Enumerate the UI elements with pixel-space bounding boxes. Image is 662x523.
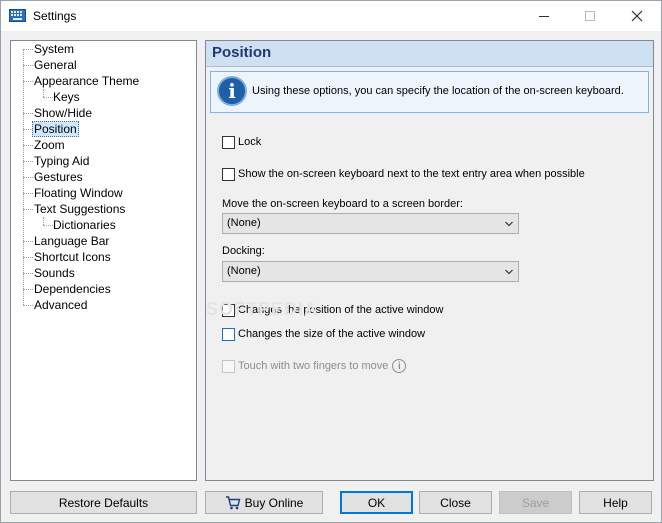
tree-item-zoom[interactable]: Zoom <box>32 137 67 153</box>
save-button: Save <box>499 491 572 514</box>
changes-size-checkbox[interactable] <box>222 327 235 341</box>
help-label: Help <box>603 495 628 510</box>
show-next-label[interactable]: Show the on-screen keyboard next to the … <box>238 168 585 180</box>
title-bar[interactable]: Settings <box>1 1 661 31</box>
lock-checkbox-row[interactable]: Lock <box>222 134 261 150</box>
watermark: SOFTPEDIA <box>206 299 319 319</box>
tree-item-appearance-theme[interactable]: Appearance Theme <box>32 73 141 89</box>
lock-label[interactable]: Lock <box>238 136 261 148</box>
tree-item-gestures[interactable]: Gestures <box>32 169 85 185</box>
keyboard-icon <box>9 9 26 22</box>
tree-item-typing-aid[interactable]: Typing Aid <box>32 153 91 169</box>
ok-button[interactable]: OK <box>340 491 413 514</box>
close-window-button[interactable] <box>614 1 660 31</box>
settings-tree[interactable]: System General Appearance Theme Keys Sho… <box>10 40 197 481</box>
docking-value: (None) <box>227 265 261 277</box>
touch-two-fingers-checkbox <box>222 359 235 373</box>
touch-two-fingers-checkbox-row: Touch with two fingers to move i <box>222 358 407 374</box>
screen-border-select[interactable]: (None) <box>222 213 519 234</box>
panel-header: Position <box>206 41 653 67</box>
settings-window: Settings System General Appearance Theme… <box>0 0 662 523</box>
tree-item-dependencies[interactable]: Dependencies <box>32 281 113 297</box>
maximize-icon <box>585 11 595 21</box>
docking-select[interactable]: (None) <box>222 261 519 282</box>
restore-defaults-button[interactable]: Restore Defaults <box>10 491 197 514</box>
tree-item-sounds[interactable]: Sounds <box>32 265 77 281</box>
save-label: Save <box>521 495 550 510</box>
minimize-button[interactable] <box>521 1 567 31</box>
tree-item-keys[interactable]: Keys <box>51 89 82 105</box>
minimize-icon <box>539 15 549 17</box>
chevron-down-icon <box>505 221 513 227</box>
panel-title: Position <box>212 44 272 61</box>
tree-item-shortcut-icons[interactable]: Shortcut Icons <box>32 249 113 265</box>
window-title: Settings <box>33 9 77 23</box>
tree-item-language-bar[interactable]: Language Bar <box>32 233 111 249</box>
close-button[interactable]: Close <box>419 491 492 514</box>
changes-size-checkbox-row[interactable]: Changes the size of the active window <box>222 326 425 342</box>
buy-online-button[interactable]: Buy Online <box>205 491 323 514</box>
touch-two-fingers-label: Touch with two fingers to move <box>238 360 389 372</box>
tree-item-show-hide[interactable]: Show/Hide <box>32 105 94 121</box>
docking-label: Docking: <box>222 245 265 257</box>
info-icon: i <box>217 76 247 106</box>
tree-item-dictionaries[interactable]: Dictionaries <box>51 217 118 233</box>
tree-item-position[interactable]: Position <box>32 121 79 137</box>
tree-item-advanced[interactable]: Advanced <box>32 297 89 313</box>
restore-defaults-label: Restore Defaults <box>58 495 149 510</box>
tree-item-floating-window[interactable]: Floating Window <box>32 185 125 201</box>
screen-border-value: (None) <box>227 217 261 229</box>
close-label: Close <box>440 495 471 510</box>
tree-connector <box>43 89 44 97</box>
shopping-cart-icon <box>225 495 241 509</box>
changes-size-label[interactable]: Changes the size of the active window <box>238 328 425 340</box>
buy-online-label: Buy Online <box>244 495 304 510</box>
maximize-button[interactable] <box>567 1 613 31</box>
tree-item-system[interactable]: System <box>32 41 76 57</box>
show-next-checkbox-row[interactable]: Show the on-screen keyboard next to the … <box>222 166 585 182</box>
lock-checkbox[interactable] <box>222 135 235 149</box>
info-circle-icon[interactable]: i <box>392 359 407 373</box>
tree-connector <box>43 217 44 225</box>
close-icon <box>631 10 643 22</box>
position-settings-panel: Position i Using these options, you can … <box>205 40 654 481</box>
tree-item-text-suggestions[interactable]: Text Suggestions <box>32 201 127 217</box>
info-text: Using these options, you can specify the… <box>252 85 624 97</box>
help-button[interactable]: Help <box>579 491 652 514</box>
ok-label: OK <box>367 495 386 510</box>
screen-border-label: Move the on-screen keyboard to a screen … <box>222 198 463 210</box>
tree-item-general[interactable]: General <box>32 57 79 73</box>
info-box: i Using these options, you can specify t… <box>210 71 649 113</box>
chevron-down-icon <box>505 269 513 275</box>
show-next-checkbox[interactable] <box>222 167 235 181</box>
